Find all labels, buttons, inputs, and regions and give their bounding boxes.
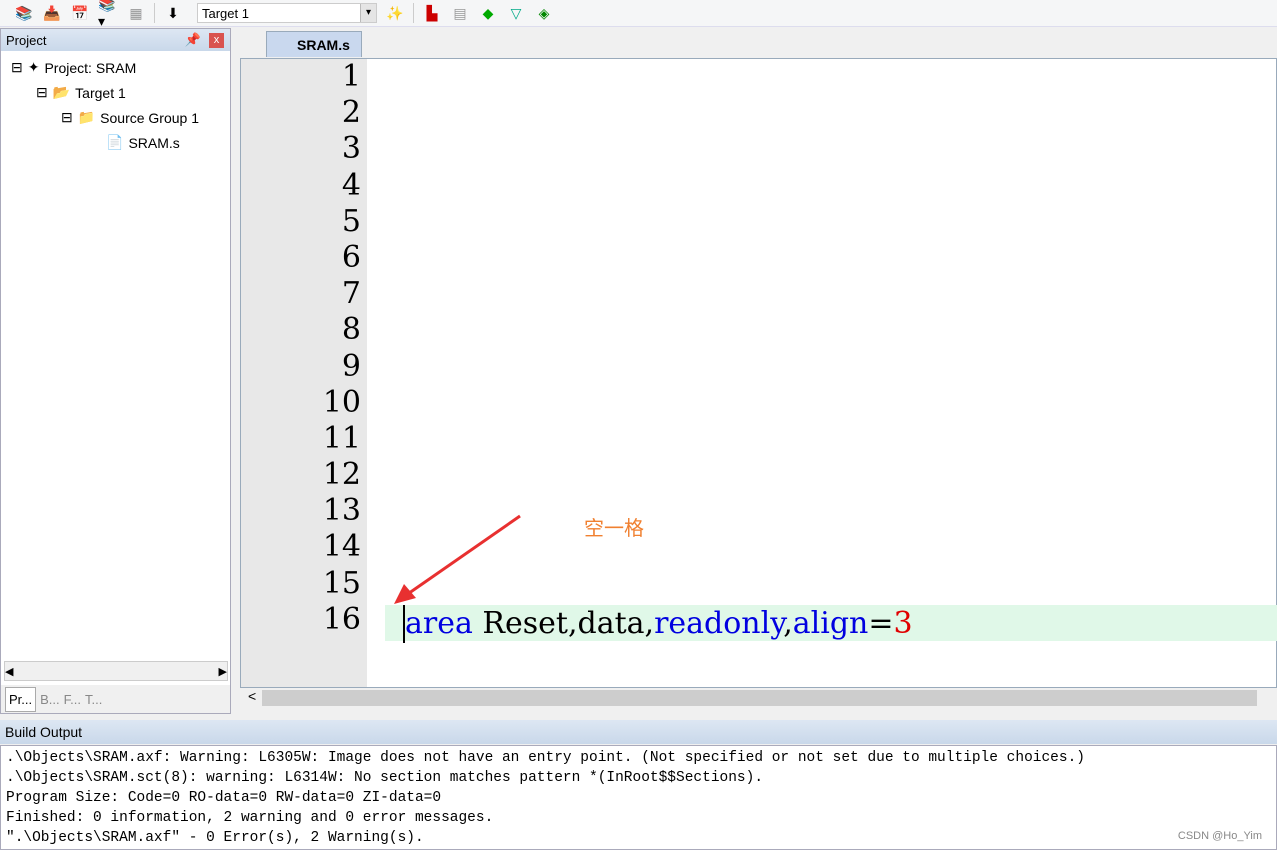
tree-item-project[interactable]: ⊟ ✦ Project: SRAM (11, 59, 136, 76)
code-line-16[interactable]: area Reset,data,readonly,align=3 (403, 605, 913, 643)
select-packs-icon[interactable]: ◈ (534, 3, 554, 23)
close-icon[interactable]: x (209, 32, 224, 48)
collapse-icon[interactable]: ⊟ (11, 59, 23, 76)
line-number: 15 (322, 565, 361, 601)
folder-icon: 📁 (77, 109, 96, 125)
build-output-line: .\Objects\SRAM.axf: Warning: L6305W: Ima… (6, 750, 1085, 766)
number-literal: 3 (893, 606, 913, 641)
line-number: 4 (341, 167, 361, 203)
code-text: Reset,data, (472, 606, 655, 641)
build-output-line: Finished: 0 information, 2 warning and 0… (6, 810, 494, 826)
build-output-line: ".\Objects\SRAM.axf" - 0 Error(s), 2 War… (6, 830, 424, 846)
tree-item-file[interactable]: 📄 SRAM.s (106, 134, 180, 151)
stop-build-icon[interactable]: ▦ (126, 3, 146, 23)
line-number: 13 (322, 493, 361, 529)
manage-components-icon[interactable]: ▙ (422, 3, 442, 23)
line-number: 9 (341, 348, 361, 384)
line-number: 7 (341, 276, 361, 312)
line-number: 14 (322, 529, 361, 565)
pin-icon[interactable]: 📌 (185, 32, 201, 48)
line-number: 2 (341, 95, 361, 131)
line-number: 5 (341, 203, 361, 239)
line-number: 12 (322, 457, 361, 493)
editor-horizontal-scrollbar[interactable]: < (240, 688, 1277, 710)
keyword: readonly (654, 606, 784, 641)
load-icon[interactable]: ⬇ (163, 3, 183, 23)
line-number: 10 (322, 384, 361, 420)
tab-books[interactable]: B... (40, 692, 60, 707)
tree-label: SRAM.s (128, 134, 180, 151)
watermark: CSDN @Ho_Yim (1177, 830, 1262, 842)
target-icon: 📂 (52, 84, 71, 100)
build-output-header: Build Output (0, 720, 1277, 744)
horizontal-scrollbar[interactable]: ◀ ▶ (4, 661, 228, 681)
project-panel: Project 📌 x ⊟ ✦ Project: SRAM ⊟ 📂 Target 1 ⊟ 📁 S… (0, 28, 231, 714)
tab-templates[interactable]: T... (85, 692, 102, 707)
batch-build-icon[interactable]: 📚▾ (98, 0, 118, 29)
line-number: 1 (341, 59, 361, 94)
target-value: Target 1 (202, 5, 249, 21)
build-output-line: .\Objects\SRAM.sct(8): warning: L6314W: … (6, 770, 764, 786)
scroll-left-icon[interactable]: ◀ (5, 665, 13, 678)
tree-label: Target 1 (75, 84, 126, 101)
collapse-icon[interactable]: ⊟ (36, 84, 48, 101)
tab-project[interactable]: Pr... (5, 686, 37, 712)
collapse-icon[interactable]: ⊟ (61, 109, 73, 126)
tree-item-source-group[interactable]: ⊟ 📁 Source Group 1 (61, 109, 199, 126)
keyword: area (405, 606, 473, 641)
code-text: , (783, 606, 793, 641)
tab-functions[interactable]: F... (64, 692, 81, 707)
tree-label: Project: SRAM (44, 59, 137, 76)
file-extensions-icon[interactable]: ▤ (450, 3, 470, 23)
tree-item-target[interactable]: ⊟ 📂 Target 1 (36, 84, 126, 101)
separator (154, 3, 155, 23)
toolbar: 📚 📥 📅 📚▾ ▦ ⬇ Target 1 ▾ ✨ ▙ ▤ ◆ ▽ ◈ (0, 0, 1277, 29)
project-panel-title: Project (6, 32, 47, 48)
scrollbar-thumb[interactable] (262, 690, 1257, 706)
separator (413, 3, 414, 23)
line-number: 8 (341, 312, 361, 348)
project-icon: ✦ (27, 59, 40, 75)
code-text: = (868, 606, 894, 641)
rebuild-icon[interactable]: 📅 (70, 3, 90, 23)
scroll-right-icon[interactable]: ▶ (219, 665, 227, 678)
line-number: 6 (341, 239, 361, 275)
panel-tabs: Pr... B... F... T... (1, 685, 230, 713)
filter-icon[interactable]: ▽ (506, 3, 526, 23)
tab-sram-s[interactable]: SRAM.s (266, 31, 362, 57)
line-number-gutter: 1 2 3 4 5 6 7 8 9 10 11 12 13 14 15 16 (241, 59, 367, 687)
line-number: 3 (341, 131, 361, 167)
options-wand-icon[interactable]: ✨ (385, 3, 405, 23)
pack-installer-icon[interactable]: ◆ (478, 3, 498, 23)
tab-label: SRAM.s (297, 36, 350, 53)
annotation-arrow (394, 514, 521, 604)
keyword: align (792, 606, 869, 641)
build-output-line: Program Size: Code=0 RO-data=0 RW-data=0… (6, 790, 442, 806)
build-output: .\Objects\SRAM.axf: Warning: L6305W: Ima… (0, 745, 1277, 850)
translate-icon[interactable]: 📚 (14, 3, 34, 23)
build-icon[interactable]: 📥 (42, 3, 62, 23)
annotation-text: 空一格 (584, 518, 644, 540)
file-icon: 📄 (106, 134, 124, 150)
line-number: 16 (322, 601, 361, 637)
chevron-down-icon[interactable]: ▾ (360, 4, 376, 22)
line-number: 11 (322, 420, 361, 456)
editor: SRAM.s 1 2 3 4 5 6 7 8 9 10 11 12 13 14 15 16 area Rese… (236, 28, 1277, 714)
tree-label: Source Group 1 (100, 109, 200, 126)
scroll-left-icon[interactable]: < (248, 688, 256, 704)
target-select[interactable]: Target 1 ▾ (197, 3, 377, 23)
